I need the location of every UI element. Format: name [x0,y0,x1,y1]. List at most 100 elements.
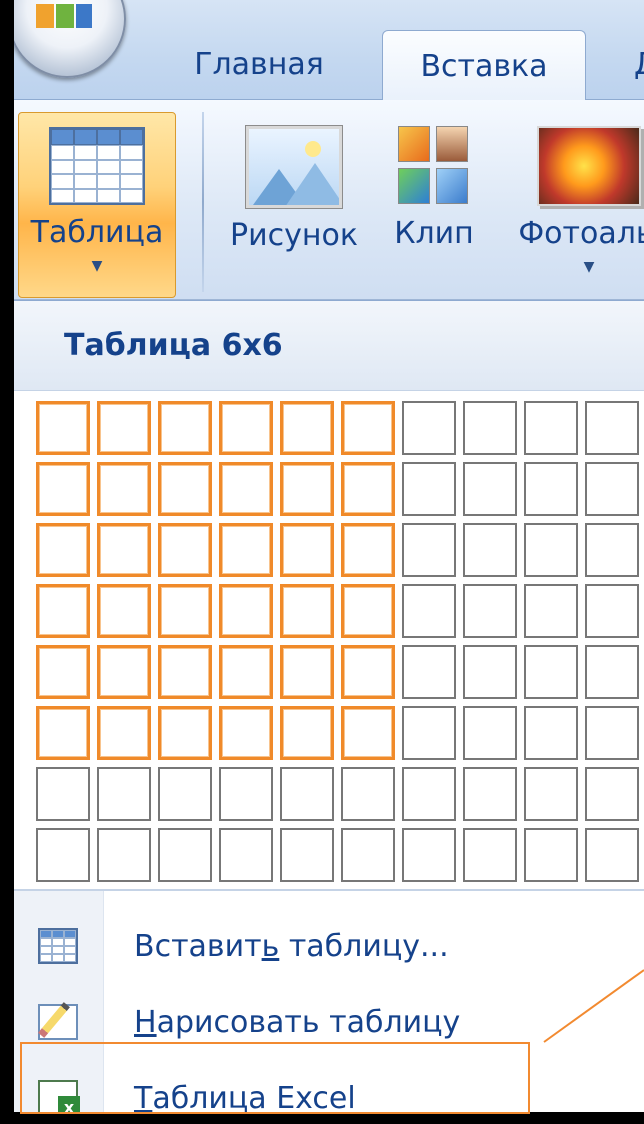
grid-cell[interactable] [585,523,639,577]
grid-cell[interactable] [524,706,578,760]
grid-cell-selected[interactable] [97,462,151,516]
grid-cell[interactable] [463,523,517,577]
grid-cell-selected[interactable] [280,584,334,638]
grid-cell-selected[interactable] [97,523,151,577]
menu-item-insert-table[interactable]: Вставить таблицу... [14,913,644,979]
grid-cell-selected[interactable] [36,645,90,699]
grid-cell-selected[interactable] [341,401,395,455]
grid-cell[interactable] [463,828,517,882]
grid-cell-selected[interactable] [158,401,212,455]
picture-icon [246,126,342,208]
photo-album-button[interactable]: Фотоалы ▼ [504,114,644,296]
grid-cell-selected[interactable] [219,523,273,577]
grid-cell-selected[interactable] [97,645,151,699]
grid-cell[interactable] [97,767,151,821]
grid-cell[interactable] [280,828,334,882]
app-frame: Главная Вставка Д Таблица ▼ Рисунок [14,0,644,1112]
grid-cell-selected[interactable] [280,645,334,699]
grid-cell-selected[interactable] [280,523,334,577]
grid-cell[interactable] [524,584,578,638]
tab-home[interactable]: Главная [174,28,344,100]
grid-cell[interactable] [585,401,639,455]
grid-cell[interactable] [524,767,578,821]
grid-cell[interactable] [463,462,517,516]
grid-cell-selected[interactable] [36,523,90,577]
grid-cell-selected[interactable] [341,645,395,699]
grid-cell-selected[interactable] [280,706,334,760]
grid-cell[interactable] [524,401,578,455]
grid-cell-selected[interactable] [158,706,212,760]
grid-cell[interactable] [402,706,456,760]
grid-cell-selected[interactable] [36,401,90,455]
grid-cell[interactable] [585,645,639,699]
grid-cell[interactable] [36,828,90,882]
grid-cell-selected[interactable] [219,706,273,760]
tab-insert[interactable]: Вставка [382,30,586,102]
grid-cell-selected[interactable] [341,523,395,577]
grid-cell[interactable] [463,645,517,699]
grid-cell-selected[interactable] [158,584,212,638]
grid-cell[interactable] [402,828,456,882]
grid-cell[interactable] [463,584,517,638]
menu-item-excel-table[interactable]: Таблица Excel [14,1065,644,1112]
grid-cell[interactable] [36,767,90,821]
grid-cell[interactable] [402,767,456,821]
grid-cell[interactable] [524,645,578,699]
grid-cell[interactable] [97,828,151,882]
grid-cell[interactable] [402,462,456,516]
grid-cell[interactable] [463,706,517,760]
office-button[interactable] [14,0,126,78]
picture-button-label: Рисунок [230,218,358,253]
grid-cell-selected[interactable] [97,401,151,455]
grid-cell[interactable] [158,767,212,821]
grid-cell-selected[interactable] [36,706,90,760]
menu-item-label: Нарисовать таблицу [134,1004,461,1040]
grid-cell[interactable] [341,767,395,821]
clip-button[interactable]: Клип [384,114,484,296]
chevron-down-icon: ▼ [583,259,595,275]
grid-cell-selected[interactable] [36,584,90,638]
grid-cell-selected[interactable] [341,462,395,516]
grid-cell-selected[interactable] [219,462,273,516]
grid-cell-selected[interactable] [97,706,151,760]
grid-cell-selected[interactable] [341,584,395,638]
picture-button[interactable]: Рисунок [214,114,374,296]
grid-cell[interactable] [585,706,639,760]
grid-cell[interactable] [463,767,517,821]
grid-cell[interactable] [585,828,639,882]
grid-cell[interactable] [402,584,456,638]
grid-cell[interactable] [585,584,639,638]
grid-cell[interactable] [219,767,273,821]
table-button[interactable]: Таблица ▼ [18,112,176,298]
grid-cell-selected[interactable] [341,706,395,760]
clip-button-label: Клип [394,216,474,251]
grid-cell[interactable] [158,828,212,882]
grid-cell[interactable] [402,523,456,577]
grid-cell-selected[interactable] [158,523,212,577]
grid-cell[interactable] [402,401,456,455]
grid-cell[interactable] [524,523,578,577]
grid-cell-selected[interactable] [219,401,273,455]
grid-cell[interactable] [219,828,273,882]
grid-cell-selected[interactable] [280,462,334,516]
grid-cell-selected[interactable] [36,462,90,516]
grid-cell[interactable] [524,828,578,882]
grid-cell-selected[interactable] [280,401,334,455]
pencil-icon [38,1004,78,1040]
grid-cell-selected[interactable] [97,584,151,638]
grid-cell[interactable] [585,767,639,821]
grid-cell[interactable] [280,767,334,821]
grid-cell-selected[interactable] [158,645,212,699]
grid-cell[interactable] [524,462,578,516]
grid-cell[interactable] [585,462,639,516]
tab-next[interactable]: Д [634,28,644,100]
table-size-grid[interactable] [36,401,644,887]
grid-cell-selected[interactable] [158,462,212,516]
menu-item-draw-table[interactable]: Нарисовать таблицу [14,989,644,1055]
grid-cell-selected[interactable] [219,645,273,699]
grid-cell[interactable] [341,828,395,882]
grid-cell[interactable] [463,401,517,455]
grid-cell[interactable] [402,645,456,699]
menu-item-label: Таблица Excel [134,1080,356,1113]
grid-cell-selected[interactable] [219,584,273,638]
